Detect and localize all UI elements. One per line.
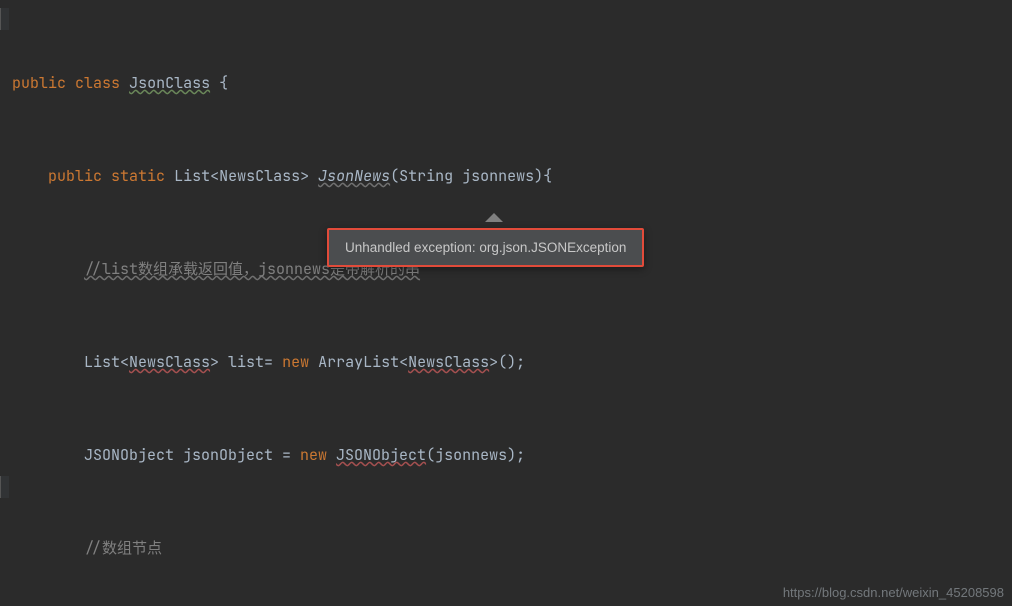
code-editor[interactable]: public class JsonClass { public static L… <box>0 0 1012 606</box>
code-text: JSONObject jsonObject = <box>84 445 300 465</box>
keyword-public: public <box>12 73 66 93</box>
code-text: < <box>399 352 408 372</box>
code-text: >(); <box>489 352 525 372</box>
comment: //数组节点 <box>84 538 162 558</box>
code-line: //数组节点 <box>0 533 1012 564</box>
type-ref: JSONObject <box>336 445 426 465</box>
keyword-class: class <box>75 73 120 93</box>
code-text: > list= <box>210 352 282 372</box>
class-name: JsonClass <box>129 73 210 93</box>
tooltip-arrow-icon <box>485 213 503 222</box>
keyword-public: public <box>48 166 102 186</box>
method-name: JsonNews <box>318 166 390 186</box>
keyword-static: static <box>111 166 165 186</box>
type-ref: ArrayList <box>318 352 399 372</box>
type-ref: NewsClass <box>408 352 489 372</box>
code-line: List<NewsClass> list= new ArrayList<News… <box>0 347 1012 378</box>
code-text: List< <box>84 352 129 372</box>
code-text: (jsonnews); <box>426 445 525 465</box>
method-params: (String jsonnews){ <box>390 166 552 186</box>
brace-open: { <box>210 73 228 93</box>
type-ref: NewsClass <box>129 352 210 372</box>
code-line: JSONObject jsonObject = new JSONObject(j… <box>0 440 1012 471</box>
keyword-new: new <box>300 445 336 465</box>
keyword-new: new <box>282 352 318 372</box>
return-type: List<NewsClass> <box>174 166 318 186</box>
code-line: public class JsonClass { <box>0 68 1012 99</box>
code-line: public static List<NewsClass> JsonNews(S… <box>0 161 1012 192</box>
watermark-text: https://blog.csdn.net/weixin_45208598 <box>783 585 1004 600</box>
error-tooltip[interactable]: Unhandled exception: org.json.JSONExcept… <box>327 228 644 267</box>
